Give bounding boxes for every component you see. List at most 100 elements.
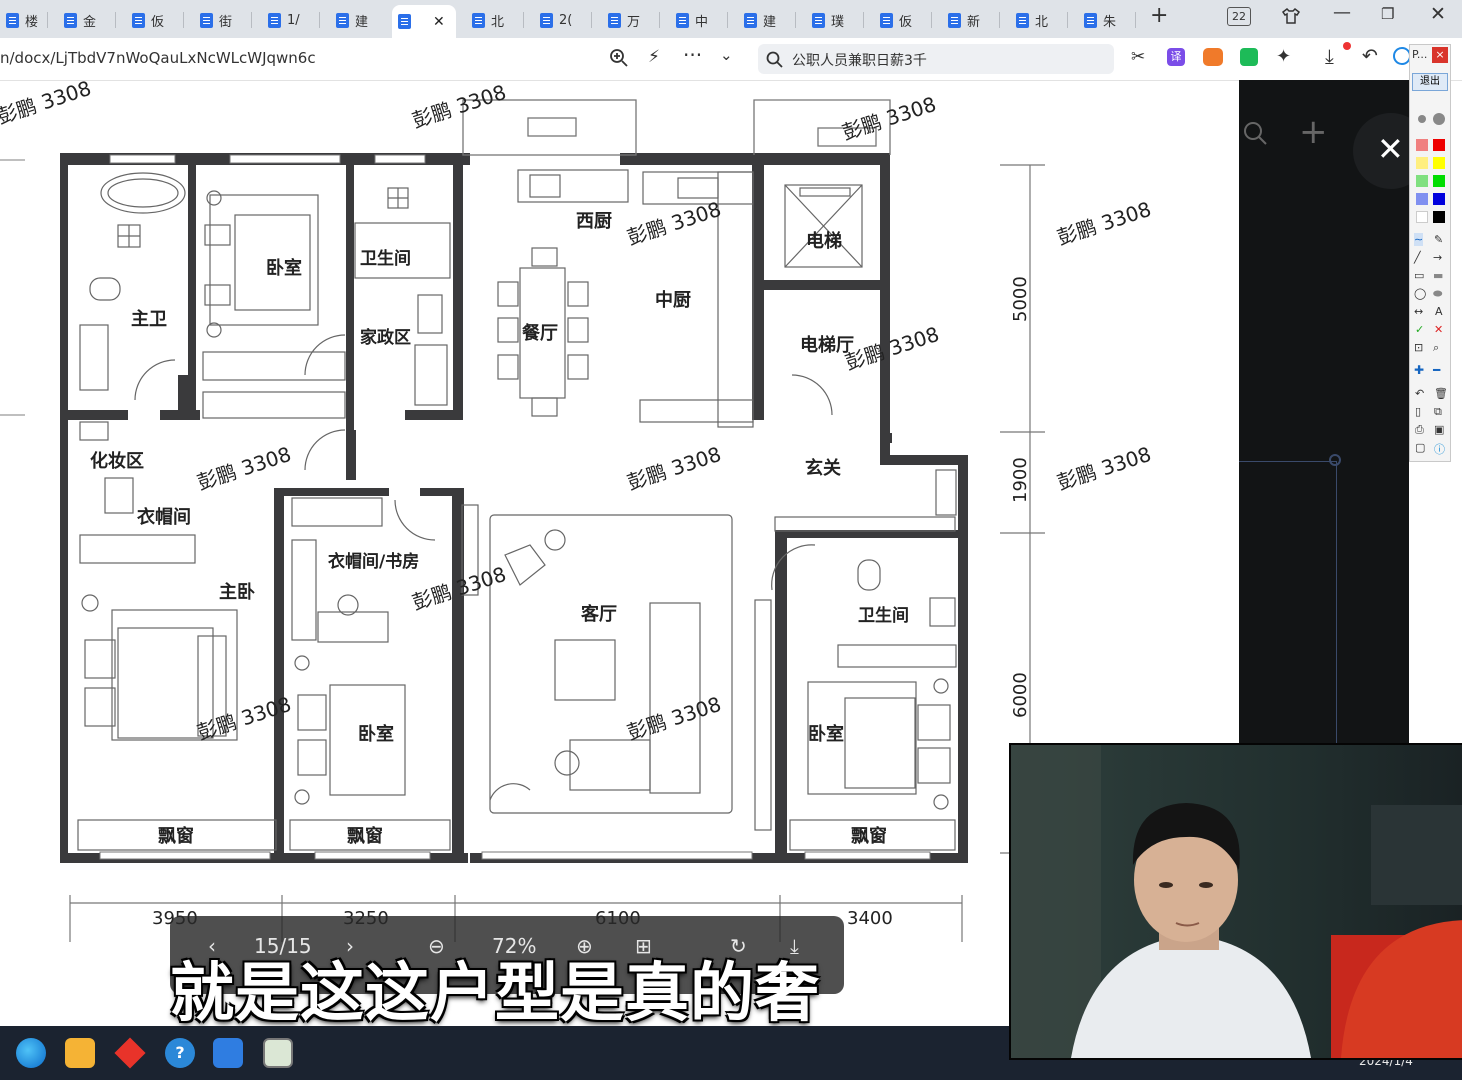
search-icon[interactable] [1242, 120, 1268, 146]
label-bathroom-2: 卫生间 [858, 605, 909, 626]
add-icon[interactable]: + [1299, 112, 1328, 152]
tab-label: 楼 [25, 14, 39, 30]
line-tool-icon[interactable]: ╱ [1414, 251, 1421, 264]
presenter-video-image [1011, 745, 1462, 1058]
ellipse-tool-icon[interactable]: ◯ [1414, 287, 1426, 300]
double-arrow-icon[interactable]: ↔ [1414, 305, 1423, 318]
text-tool-icon[interactable]: A [1435, 305, 1443, 318]
exit-button[interactable]: 退出 [1412, 73, 1448, 91]
tab-label: 北 [1035, 14, 1049, 30]
color-swatch-blue[interactable] [1433, 193, 1445, 205]
rectangle-tool-icon[interactable]: ▭ [1414, 269, 1424, 282]
webcam-video [1009, 743, 1462, 1060]
copy-icon[interactable]: ⧉ [1434, 405, 1442, 419]
tab-label: 北 [491, 14, 505, 30]
game-controller-icon[interactable] [1203, 48, 1223, 66]
search-box[interactable]: 公职人员兼职日薪3千 [758, 44, 1114, 74]
pen-size-small[interactable] [1418, 115, 1426, 123]
color-swatch-light-blue[interactable] [1416, 193, 1428, 205]
scissors-icon[interactable]: ✂ [1131, 47, 1145, 67]
zoom-in-icon[interactable] [609, 48, 629, 68]
chevron-down-icon[interactable]: ⌄ [720, 46, 733, 64]
url-text[interactable]: n/docx/LjTbdV7nWoQauLxNcWLcWJqwn6c [0, 49, 316, 67]
red-diamond-app-icon[interactable] [114, 1037, 146, 1069]
translate-icon[interactable]: 译 [1167, 48, 1185, 66]
crop-icon[interactable]: ⊡ [1414, 341, 1423, 354]
label-living-room: 客厅 [581, 603, 617, 625]
lightning-icon[interactable]: ⚡ [648, 47, 660, 67]
reader-extension-icon[interactable] [1240, 48, 1258, 66]
freehand-tool-icon[interactable]: ∼ [1414, 233, 1424, 246]
color-swatch-black[interactable] [1433, 211, 1445, 223]
check-icon[interactable]: ✓ [1415, 323, 1424, 336]
edge-browser-icon[interactable] [16, 1038, 46, 1068]
notification-dot [1343, 42, 1351, 50]
magnify-icon[interactable]: ⌕ [1433, 341, 1439, 355]
label-main-bath: 主卫 [131, 308, 167, 330]
save-icon[interactable]: ▣ [1434, 423, 1444, 436]
feishu-app-icon[interactable] [213, 1038, 243, 1068]
download-icon[interactable]: ⤓ [1325, 44, 1334, 68]
tab-label: 1/ [287, 12, 300, 28]
image-viewer-icon[interactable] [263, 1038, 293, 1068]
doc-icon [540, 12, 553, 28]
tab-label: 建 [763, 14, 777, 30]
pencil-icon[interactable]: ✎ [1434, 233, 1443, 246]
print-icon[interactable]: ⎙ [1415, 423, 1424, 437]
info-icon[interactable]: ⓘ [1434, 441, 1445, 457]
window-close-icon[interactable]: ✕ [1430, 3, 1446, 25]
tab-6-active[interactable]: ✕ [392, 5, 456, 38]
color-swatch-light-red[interactable] [1416, 139, 1428, 151]
outer-walls [60, 153, 968, 863]
tab-divider [183, 12, 184, 28]
filled-ellipse-icon[interactable]: ⬬ [1433, 287, 1442, 301]
label-bay-window-3: 飘窗 [851, 825, 887, 847]
annotation-toolbar: P... × 退出 ∼ ✎ ╱ → ▭ ▬ ◯ ⬬ ↔ A ✓ ✕ ⊡ ⌕ ✚ … [1409, 44, 1451, 462]
label-housekeeping: 家政区 [360, 327, 411, 348]
filled-rectangle-icon[interactable]: ▬ [1433, 269, 1443, 282]
label-bedroom-nw: 卧室 [266, 257, 302, 279]
color-swatch-yellow[interactable] [1433, 157, 1445, 169]
color-swatch-green[interactable] [1433, 175, 1445, 187]
store-icon[interactable] [65, 1038, 95, 1068]
undo-icon[interactable]: ↶ [1415, 387, 1424, 400]
tab-0[interactable]: 楼 [0, 5, 58, 35]
tab-label: 2( [559, 12, 573, 28]
tab-label: 街 [219, 14, 233, 30]
undo-icon[interactable]: ↶ [1362, 45, 1378, 67]
tab-count-badge[interactable]: 22 [1227, 7, 1251, 26]
trash-icon[interactable]: 🗑 [1434, 387, 1448, 400]
tab-label: 仮 [151, 14, 165, 30]
cross-icon[interactable]: ✕ [1434, 323, 1443, 336]
more-options-icon[interactable]: ··· [683, 43, 702, 67]
minimize-icon[interactable]: — [1333, 2, 1351, 23]
shirt-icon[interactable] [1281, 6, 1301, 26]
arrow-tool-icon[interactable]: → [1433, 251, 1442, 264]
new-tab-plus-icon[interactable]: + [1150, 3, 1168, 28]
restore-icon[interactable]: ❐ [1381, 5, 1394, 23]
help-icon[interactable]: ? [165, 1038, 195, 1068]
label-dining: 餐厅 [521, 322, 558, 344]
doc-icon [1084, 12, 1097, 28]
doc-icon [398, 14, 411, 29]
label-bay-window-1: 飘窗 [158, 825, 194, 847]
close-tab-icon[interactable]: ✕ [433, 14, 445, 30]
color-swatch-red[interactable] [1433, 139, 1445, 151]
color-swatch-light-green[interactable] [1416, 175, 1428, 187]
toolbar-close-button[interactable]: × [1432, 47, 1448, 63]
doc-icon [6, 12, 19, 28]
color-swatch-light-yellow[interactable] [1416, 157, 1428, 169]
tab-5[interactable]: 建 [330, 5, 398, 35]
pen-size-large[interactable] [1433, 113, 1445, 125]
minus-icon[interactable]: ━ [1433, 363, 1440, 377]
node-handle[interactable] [1329, 454, 1341, 466]
search-text: 公职人员兼职日薪3千 [792, 53, 927, 69]
new-page-icon[interactable]: ▯ [1415, 405, 1421, 418]
watermark-text: 彭鹏 3308 [624, 442, 724, 495]
screen-icon[interactable]: ▢ [1415, 441, 1425, 454]
watermark-text: 彭鹏 3308 [1054, 197, 1154, 250]
plus-icon[interactable]: ✚ [1414, 363, 1424, 377]
puzzle-extension-icon[interactable]: ✦ [1276, 46, 1291, 67]
color-swatch-white[interactable] [1416, 211, 1428, 223]
label-bay-window-2: 飘窗 [347, 825, 383, 847]
